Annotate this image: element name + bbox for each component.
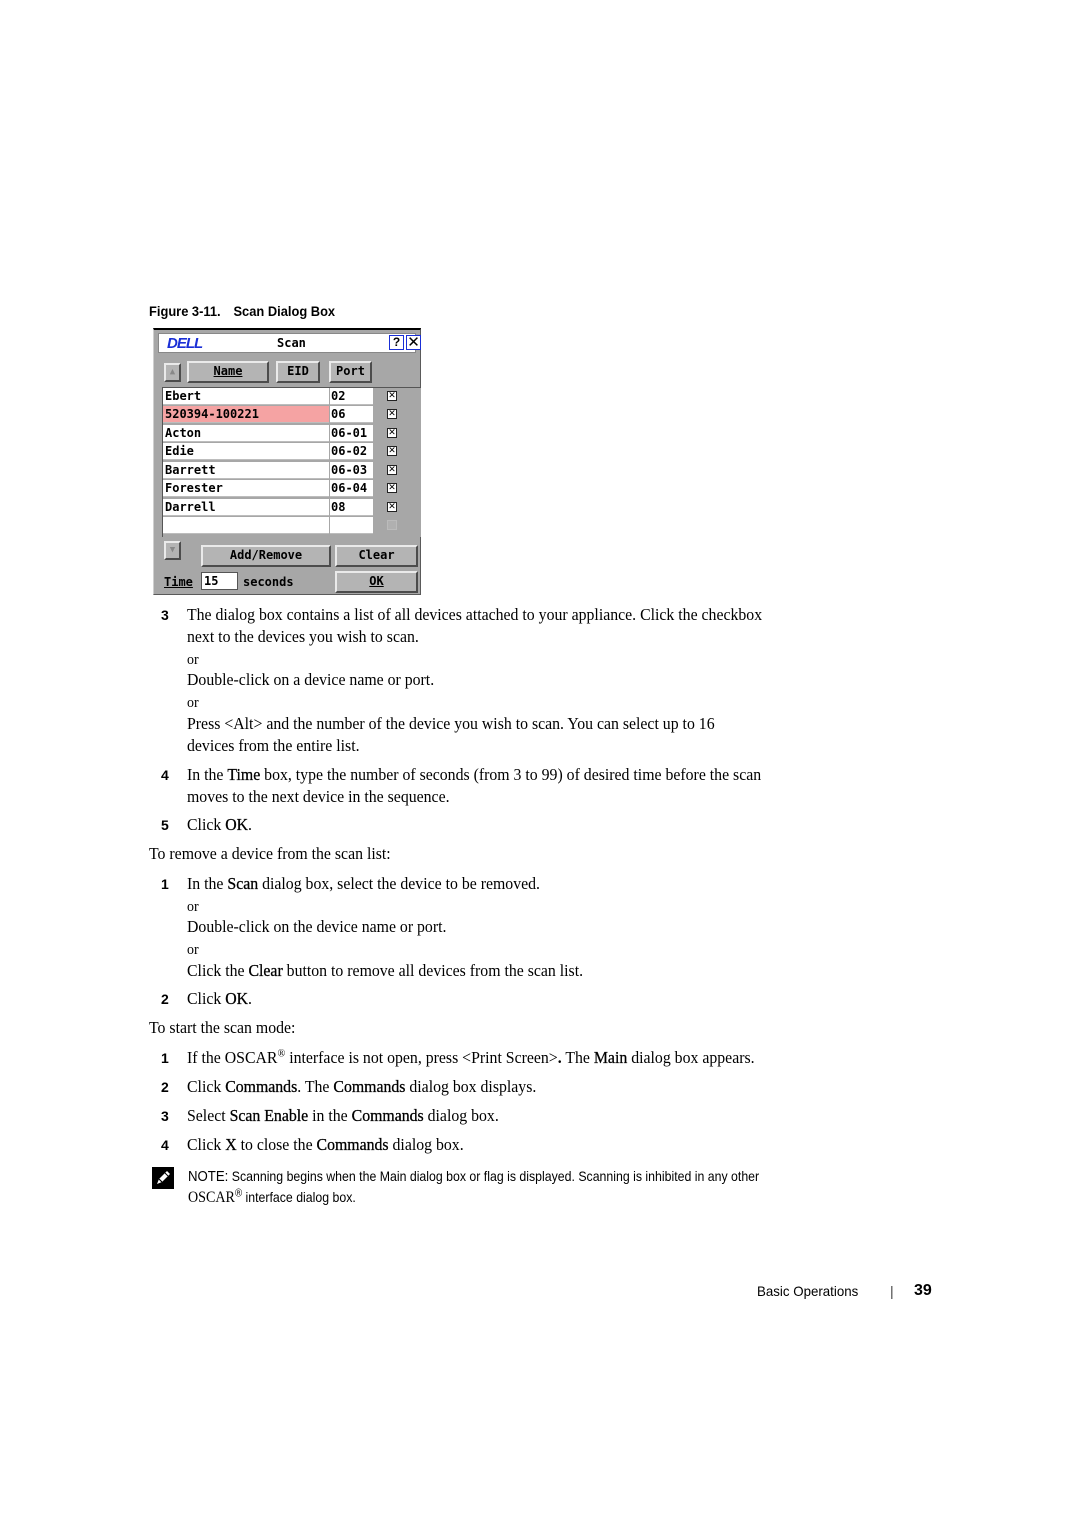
column-name-label: Name — [213, 364, 243, 378]
step-text: Click Commands. The Commands dialog box … — [187, 1077, 537, 1096]
list-row[interactable]: 520394-100221 06 ✕ — [163, 406, 421, 424]
help-button[interactable]: ? — [389, 335, 404, 350]
column-port-label: Port — [336, 364, 365, 378]
time-label: Time — [164, 575, 193, 589]
clear-label: Clear — [358, 548, 395, 562]
device-port[interactable]: 06-02 — [330, 443, 373, 460]
step-number: 1 — [161, 1050, 169, 1066]
list-row[interactable]: Barrett 06-03 ✕ — [163, 462, 421, 480]
footer-section: Basic Operations — [757, 1283, 859, 1299]
device-port[interactable]: 06-03 — [330, 462, 373, 479]
device-name[interactable]: Ebert — [163, 388, 329, 405]
step-number: 3 — [161, 1108, 169, 1124]
step-text: Click OK. — [187, 989, 253, 1008]
step-alt-text: devices from the entire list. — [187, 736, 360, 755]
step-alt-text: Double-click on a device name or port. — [187, 670, 435, 689]
or-text: or — [187, 899, 199, 915]
ok-button[interactable]: OK — [335, 571, 418, 593]
scan-checkbox[interactable]: ✕ — [387, 483, 397, 493]
dialog-title: Scan — [277, 336, 306, 350]
scan-checkbox[interactable]: ✕ — [387, 409, 397, 419]
step-alt-text: Click the Clear button to remove all dev… — [187, 961, 584, 980]
scan-checkbox[interactable]: ✕ — [387, 428, 397, 438]
device-name[interactable]: 520394-100221 — [163, 406, 329, 423]
or-text: or — [187, 695, 199, 711]
note: NOTE: Scanning begins when the Main dial… — [188, 1168, 760, 1206]
step-text: Select Scan Enable in the Commands dialo… — [187, 1106, 499, 1125]
start-intro: To start the scan mode: — [149, 1018, 296, 1037]
scroll-up-button[interactable]: ▲ — [164, 363, 181, 382]
scan-dialog: DELL Scan ? ✕ ▲ Name EID Port Ebert 02 ✕… — [153, 328, 421, 595]
list-row[interactable]: Forester 06-04 ✕ — [163, 480, 421, 498]
device-port[interactable]: 02 — [330, 388, 373, 405]
list-row[interactable] — [163, 517, 421, 535]
step-text: In the Time box, type the number of seco… — [187, 765, 762, 784]
close-button[interactable]: ✕ — [406, 335, 421, 350]
scroll-down-icon: ▼ — [169, 545, 176, 555]
remove-intro: To remove a device from the scan list: — [149, 844, 391, 863]
scan-checkbox[interactable]: ✕ — [387, 502, 397, 512]
device-name[interactable]: Forester — [163, 480, 329, 497]
clear-button[interactable]: Clear — [335, 545, 418, 567]
step-text: moves to the next device in the sequence… — [187, 787, 450, 806]
device-name[interactable]: Darrell — [163, 499, 329, 516]
footer-separator: | — [890, 1283, 894, 1299]
figure-number: Figure 3-11. — [149, 303, 221, 319]
step-number: 5 — [161, 817, 169, 833]
step-number: 1 — [161, 876, 169, 892]
column-header-eid[interactable]: EID — [276, 361, 320, 383]
step-number: 3 — [161, 607, 169, 623]
scroll-down-button[interactable]: ▼ — [164, 541, 181, 560]
list-row[interactable]: Edie 06-02 ✕ — [163, 443, 421, 461]
or-text: or — [187, 652, 199, 668]
step-text: Click OK. — [187, 815, 253, 834]
dialog-title-bar: DELL Scan ? ✕ — [158, 333, 421, 353]
column-header-name[interactable]: Name — [187, 361, 269, 383]
scan-checkbox[interactable]: ✕ — [387, 391, 397, 401]
step-text: next to the devices you wish to scan. — [187, 627, 419, 646]
step-alt-text: Double-click on the device name or port. — [187, 917, 447, 936]
time-input[interactable]: 15 — [201, 572, 238, 590]
note-text: Scanning begins when the Main dialog box… — [231, 1168, 760, 1184]
figure-caption: Figure 3-11. Scan Dialog Box — [149, 303, 335, 319]
note-label: NOTE: — [188, 1168, 229, 1185]
figure-title: Scan Dialog Box — [233, 303, 336, 319]
step-alt-text: Press <Alt> and the number of the device… — [187, 714, 715, 733]
or-text: or — [187, 942, 199, 958]
step-text: In the Scan dialog box, select the devic… — [187, 874, 540, 893]
list-row[interactable]: Darrell 08 ✕ — [163, 499, 421, 517]
ok-label: OK — [369, 574, 384, 588]
device-port[interactable]: 06 — [330, 406, 373, 423]
column-header-port[interactable]: Port — [329, 361, 372, 383]
scan-checkbox[interactable]: ✕ — [387, 446, 397, 456]
device-name[interactable]: Barrett — [163, 462, 329, 479]
seconds-label: seconds — [243, 575, 294, 589]
dell-logo: DELL — [167, 335, 203, 352]
device-port[interactable]: 08 — [330, 499, 373, 516]
device-name[interactable]: Edie — [163, 443, 329, 460]
step-number: 2 — [161, 1079, 169, 1095]
add-remove-button[interactable]: Add/Remove — [201, 545, 331, 567]
step-text: If the OSCAR® interface is not open, pre… — [187, 1047, 755, 1067]
device-name[interactable]: Acton — [163, 425, 329, 442]
device-list: Ebert 02 ✕ 520394-100221 06 ✕ Acton 06-0… — [162, 387, 421, 537]
step-number: 4 — [161, 1137, 169, 1153]
column-eid-label: EID — [287, 364, 309, 378]
scan-checkbox[interactable]: ✕ — [387, 465, 397, 475]
step-number: 4 — [161, 767, 169, 783]
device-port[interactable] — [330, 517, 373, 534]
scroll-up-icon: ▲ — [169, 367, 176, 377]
device-name[interactable] — [163, 517, 329, 534]
list-row[interactable]: Ebert 02 ✕ — [163, 388, 421, 406]
step-number: 2 — [161, 991, 169, 1007]
scan-checkbox[interactable] — [387, 520, 397, 530]
add-remove-label: Add/Remove — [229, 548, 303, 562]
list-row[interactable]: Acton 06-01 ✕ — [163, 425, 421, 443]
step-text: Click X to close the Commands dialog box… — [187, 1135, 464, 1154]
pencil-note-icon — [152, 1167, 174, 1189]
device-port[interactable]: 06-01 — [330, 425, 373, 442]
device-port[interactable]: 06-04 — [330, 480, 373, 497]
step-text: The dialog box contains a list of all de… — [187, 605, 763, 624]
page-number: 39 — [914, 1282, 932, 1299]
